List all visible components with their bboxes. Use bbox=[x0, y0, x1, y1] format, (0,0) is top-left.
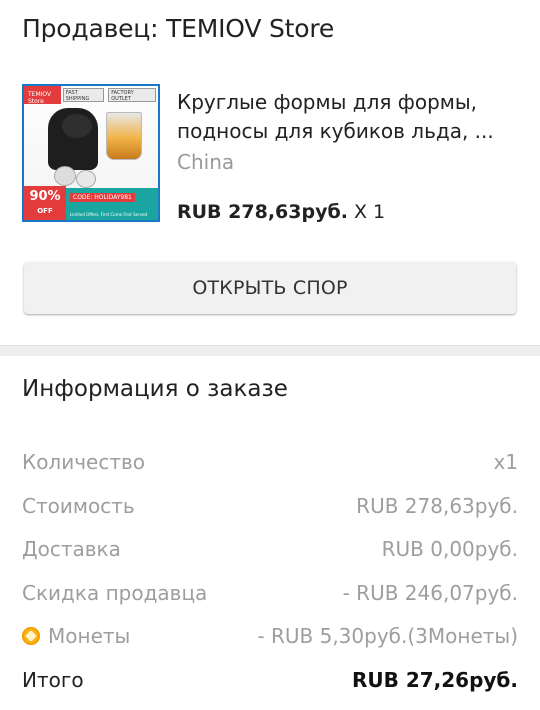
order-row-seller-discount: Скидка продавца - RUB 246,07руб. bbox=[22, 581, 518, 611]
order-row-cost: Стоимость RUB 278,63руб. bbox=[22, 494, 518, 524]
row-value: RUB 278,63руб. bbox=[356, 494, 518, 518]
open-dispute-button[interactable]: ОТКРЫТЬ СПОР bbox=[24, 262, 516, 314]
order-info-title: Информация о заказе bbox=[22, 376, 288, 402]
product-thumbnail[interactable]: TEMIOV Store FAST SHIPPING FACTORY OUTLE… bbox=[22, 84, 160, 222]
row-label: Доставка bbox=[22, 537, 121, 561]
order-row-quantity: Количество x1 bbox=[22, 450, 518, 480]
order-row-coins: Монеты - RUB 5,30руб.(3Монеты) bbox=[22, 624, 518, 654]
order-row-shipping: Доставка RUB 0,00руб. bbox=[22, 537, 518, 567]
thumbnail-topbar: TEMIOV Store FAST SHIPPING FACTORY OUTLE… bbox=[24, 86, 158, 105]
seller-title[interactable]: Продавец: TEMIOV Store bbox=[22, 14, 334, 43]
product-price: RUB 278,63руб. bbox=[177, 201, 348, 223]
ice-mold-shadow bbox=[62, 114, 92, 138]
thumbnail-outlet-tag: FACTORY OUTLET bbox=[108, 88, 156, 102]
row-label: Итого bbox=[22, 668, 84, 692]
product-card[interactable]: TEMIOV Store FAST SHIPPING FACTORY OUTLE… bbox=[22, 84, 522, 232]
discount-badge: 90% OFF bbox=[24, 186, 66, 220]
coin-icon bbox=[22, 627, 40, 645]
row-value: RUB 27,26руб. bbox=[351, 668, 518, 692]
row-label: Стоимость bbox=[22, 494, 135, 518]
ice-skull-image bbox=[54, 166, 76, 186]
product-origin: China bbox=[177, 150, 235, 174]
row-label: Скидка продавца bbox=[22, 581, 208, 605]
row-label-coins: Монеты bbox=[22, 624, 130, 648]
section-divider bbox=[0, 345, 540, 356]
ice-skull-image bbox=[76, 170, 96, 188]
coins-label: Монеты bbox=[48, 624, 131, 648]
thumbnail-store-tag: TEMIOV Store bbox=[24, 86, 61, 105]
promo-fine-print: Limited Offers, First Come First Served bbox=[70, 212, 148, 217]
product-quantity: X 1 bbox=[354, 201, 386, 223]
discount-suffix: OFF bbox=[37, 207, 53, 215]
promo-code: CODE: HOLIDAY981 bbox=[70, 193, 135, 202]
order-row-total: Итого RUB 27,26руб. bbox=[22, 668, 518, 698]
row-value: - RUB 5,30руб.(3Монеты) bbox=[257, 624, 518, 648]
row-value: - RUB 246,07руб. bbox=[342, 581, 518, 605]
whiskey-glass-image bbox=[106, 112, 142, 160]
product-name[interactable]: Круглые формы для формы, подносы для куб… bbox=[177, 88, 512, 146]
thumbnail-shipping-tag: FAST SHIPPING bbox=[62, 88, 105, 102]
product-price-line: RUB 278,63руб. X 1 bbox=[177, 201, 385, 223]
row-value: x1 bbox=[493, 450, 518, 474]
row-label: Количество bbox=[22, 450, 146, 474]
discount-value: 90% bbox=[29, 189, 61, 204]
row-value: RUB 0,00руб. bbox=[381, 537, 518, 561]
